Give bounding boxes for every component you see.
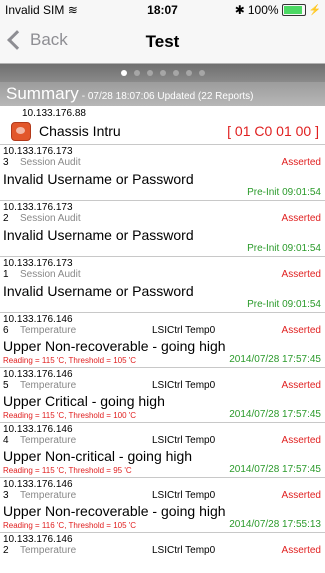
event-ip: 10.133.176.146 — [3, 424, 73, 435]
event-number: 2 — [3, 545, 9, 556]
event-type: Temperature — [20, 545, 77, 556]
event-type: Session Audit — [20, 269, 81, 280]
event-sensor: LSICtrl Temp0 — [152, 545, 216, 556]
event-ip: 10.133.176.146 — [3, 534, 73, 545]
back-label: Back — [30, 30, 68, 49]
event-status: Asserted — [281, 545, 321, 556]
event-message: Invalid Username or Password — [3, 227, 194, 243]
chevron-left-icon — [7, 30, 27, 50]
status-bar: Invalid SIM ≋ 18:07 ✱ 100% ⚡ — [0, 0, 325, 20]
event-ip: 10.133.176.146 — [3, 479, 73, 490]
event-status: Asserted — [281, 325, 321, 336]
event-status: Asserted — [281, 269, 321, 280]
event-reading: Reading = 115 'C, Threshold = 100 'C — [3, 411, 137, 420]
event-ip: 10.133.176.173 — [3, 258, 73, 269]
page-indicator[interactable] — [0, 64, 325, 82]
event-number: 4 — [3, 435, 9, 446]
event-row[interactable]: 10.133.176.146 6 Temperature LSICtrl Temp0 A… — [0, 313, 325, 368]
event-type: Session Audit — [20, 213, 81, 224]
chassis-row[interactable]: 10.133.176.88 Chassis Intru [ 01 C0 01 0… — [0, 106, 325, 145]
event-message: Upper Critical - going high — [3, 393, 165, 409]
event-time: 2014/07/28 17:57:45 — [229, 464, 321, 475]
nav-bar: Back Test — [0, 20, 325, 64]
event-status: Asserted — [281, 380, 321, 391]
page-dot — [120, 70, 127, 76]
event-sensor: LSICtrl Temp0 — [152, 325, 216, 336]
event-ip: 10.133.176.146 — [3, 314, 73, 325]
battery-icon — [281, 4, 306, 16]
event-ip: 10.133.176.173 — [3, 202, 73, 213]
event-message: Invalid Username or Password — [3, 171, 194, 187]
event-message: Invalid Username or Password — [3, 283, 194, 299]
event-ip: 10.133.176.146 — [3, 369, 73, 380]
event-time: 2014/07/28 17:57:45 — [229, 409, 321, 420]
event-type: Session Audit — [20, 157, 81, 168]
event-list: 10.133.176.173 3 Session Audit Asserted Inva… — [0, 145, 325, 563]
event-time: 2014/07/28 17:57:45 — [229, 354, 321, 365]
summary-label: Summary — [6, 84, 79, 103]
summary-header: Summary - 07/28 18:07:06 Updated (22 Rep… — [0, 82, 325, 106]
event-status: Asserted — [281, 157, 321, 168]
page-dot — [185, 70, 192, 76]
event-number: 3 — [3, 490, 9, 501]
chassis-alert-icon — [11, 122, 31, 141]
event-row[interactable]: 10.133.176.173 1 Session Audit Asserted Inva… — [0, 257, 325, 313]
event-message: Upper Non-critical - going high — [3, 448, 193, 464]
event-type: Temperature — [20, 435, 77, 446]
page-dot — [159, 70, 166, 76]
event-row[interactable]: 10.133.176.173 3 Session Audit Asserted Inva… — [0, 145, 325, 201]
event-status: Asserted — [281, 213, 321, 224]
bluetooth-icon: ✱ — [234, 3, 245, 17]
back-button[interactable]: Back — [6, 30, 68, 50]
event-time: Pre-Init 09:01:54 — [247, 187, 321, 198]
event-reading: Reading = 116 'C, Threshold = 105 'C — [3, 521, 137, 530]
event-number: 6 — [3, 325, 9, 336]
page-dot — [146, 70, 153, 76]
event-number: 2 — [3, 213, 9, 224]
chassis-name: Chassis Intru — [39, 123, 121, 139]
chassis-code: [ 01 C0 01 00 ] — [227, 123, 319, 139]
event-number: 3 — [3, 157, 9, 168]
chassis-ip: 10.133.176.88 — [22, 108, 86, 119]
event-type: Temperature — [20, 325, 77, 336]
event-type: Temperature — [20, 490, 77, 501]
event-message: Upper Non-recoverable - going high — [3, 338, 226, 354]
event-status: Asserted — [281, 435, 321, 446]
event-sensor: LSICtrl Temp0 — [152, 435, 216, 446]
charging-icon: ⚡ — [308, 4, 321, 16]
event-time: Pre-Init 09:01:54 — [247, 243, 321, 254]
event-status: Asserted — [281, 490, 321, 501]
event-time: 2014/07/28 17:55:13 — [229, 519, 321, 530]
summary-info: - 07/28 18:07:06 Updated (22 Reports) — [81, 91, 254, 102]
event-message: Upper Non-recoverable - going high — [3, 503, 226, 519]
event-sensor: LSICtrl Temp0 — [152, 380, 216, 391]
event-time: Pre-Init 09:01:54 — [247, 299, 321, 310]
battery-percent: 100% — [247, 3, 279, 17]
event-type: Temperature — [20, 380, 77, 391]
event-reading: Reading = 115 'C, Threshold = 95 'C — [3, 466, 132, 475]
page-dot — [133, 70, 140, 76]
event-row[interactable]: 10.133.176.146 4 Temperature LSICtrl Temp0 A… — [0, 423, 325, 478]
page-dot — [198, 70, 205, 76]
event-row[interactable]: 10.133.176.146 3 Temperature LSICtrl Temp0 A… — [0, 478, 325, 533]
event-reading: Reading = 115 'C, Threshold = 105 'C — [3, 356, 137, 365]
event-number: 5 — [3, 380, 9, 391]
event-row[interactable]: 10.133.176.146 5 Temperature LSICtrl Temp0 A… — [0, 368, 325, 423]
event-sensor: LSICtrl Temp0 — [152, 490, 216, 501]
event-number: 1 — [3, 269, 9, 280]
page-dot — [172, 70, 179, 76]
event-row[interactable]: 10.133.176.146 2 Temperature LSICtrl Temp0 A… — [0, 533, 325, 563]
event-row[interactable]: 10.133.176.173 2 Session Audit Asserted Inva… — [0, 201, 325, 257]
event-ip: 10.133.176.173 — [3, 146, 73, 157]
